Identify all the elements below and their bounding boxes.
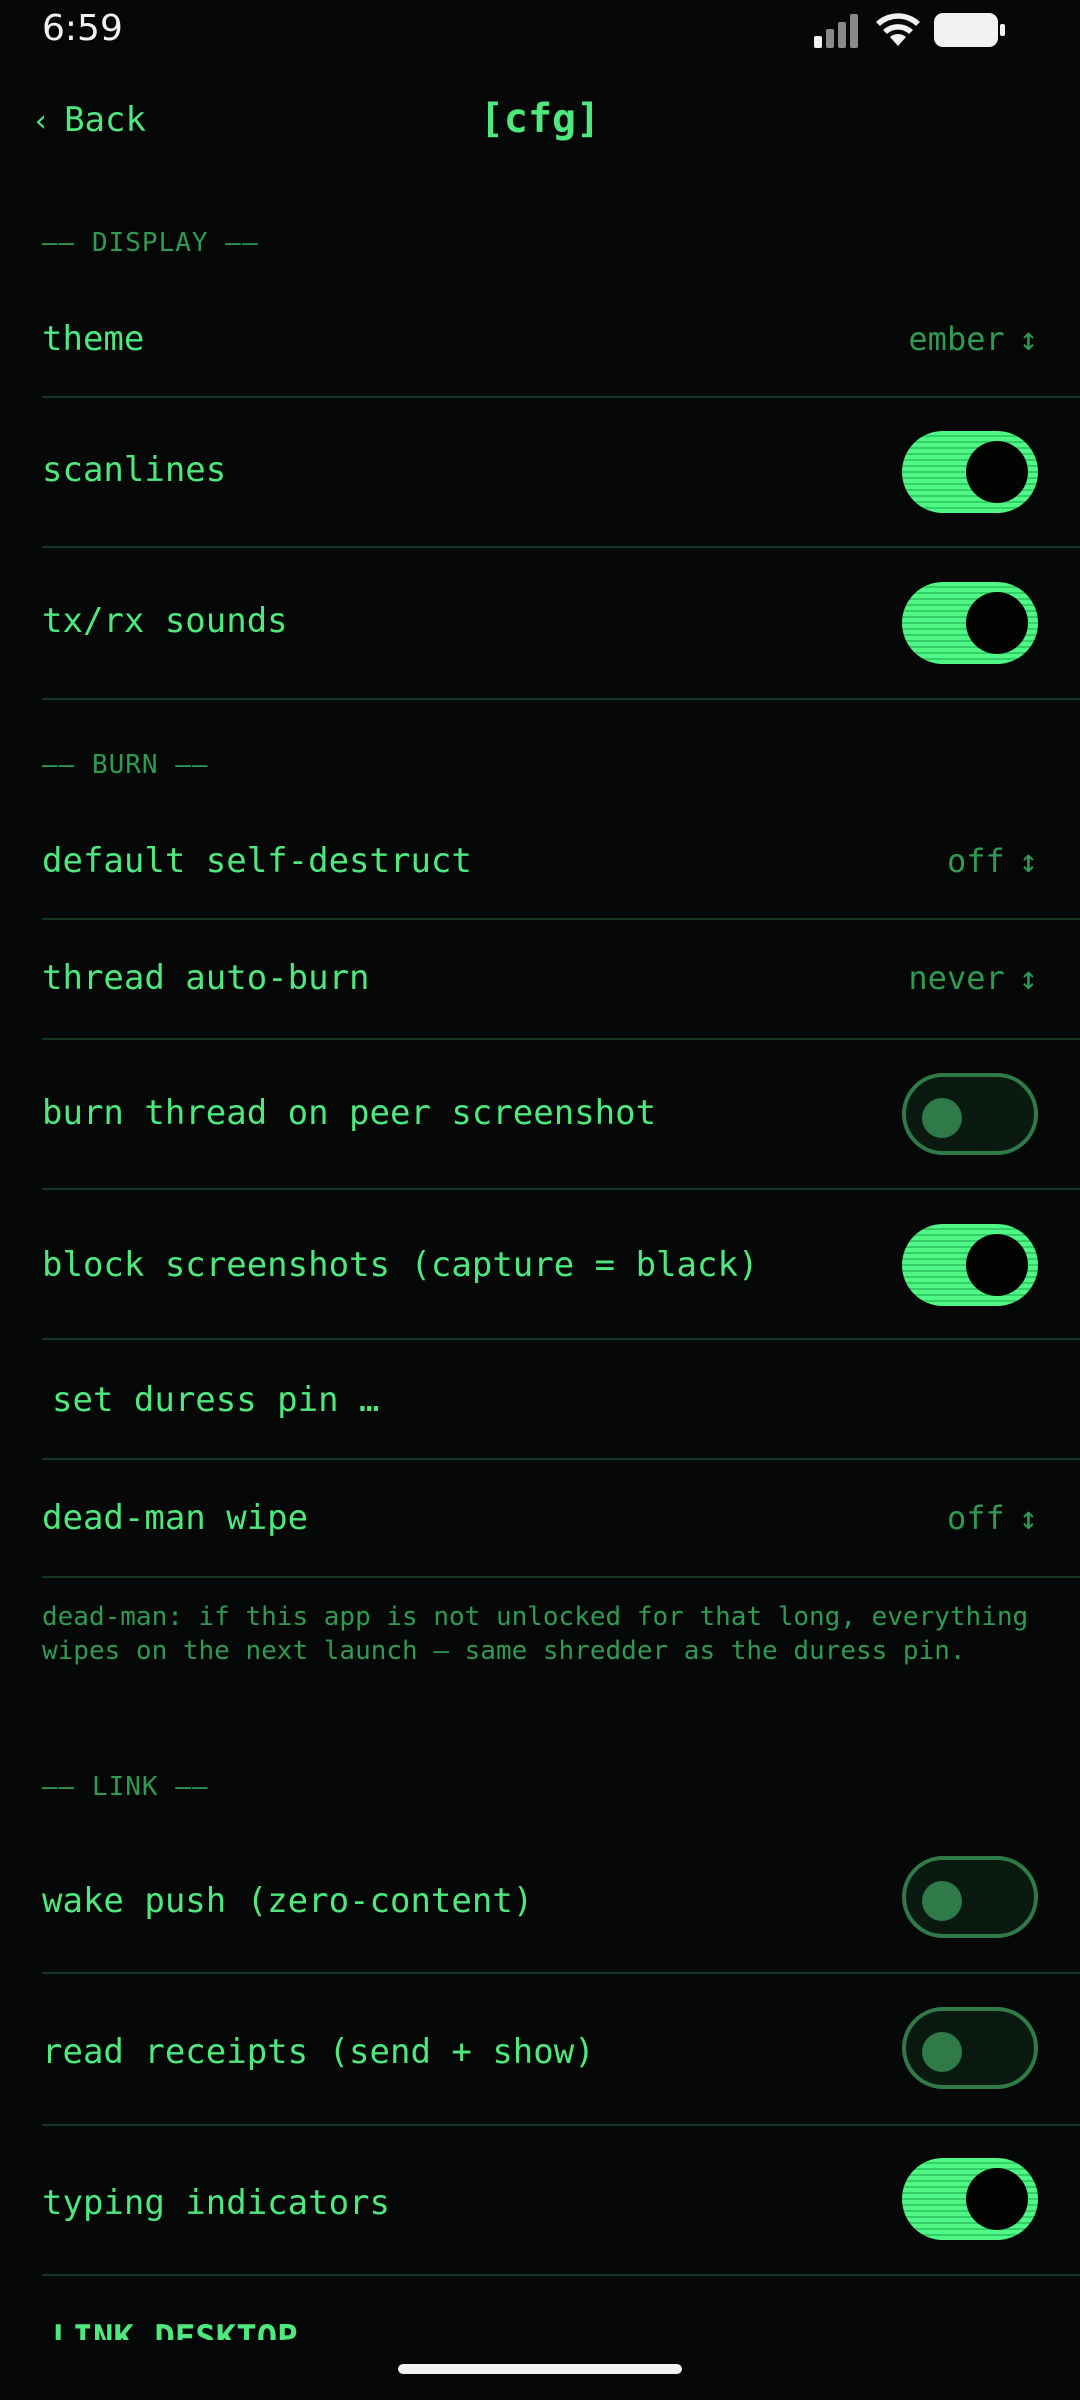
setting-label: typing indicators	[42, 2183, 390, 2223]
section-header-link: —— LINK ——	[42, 1772, 209, 1802]
section-header-burn: —— BURN ——	[42, 750, 209, 780]
setting-row-scanlines: scanlines	[42, 398, 1080, 548]
setting-label: scanlines	[42, 450, 227, 490]
toggle-knob	[966, 592, 1028, 654]
status-bar: 6:59	[0, 0, 1080, 62]
setting-value-text: never	[908, 959, 1005, 997]
up-down-arrow-icon: ↕	[1018, 1499, 1038, 1537]
block-screenshots-toggle[interactable]	[902, 1224, 1038, 1306]
scanlines-toggle[interactable]	[902, 431, 1038, 513]
setting-row-block-screenshots: block screenshots (capture = black)	[42, 1190, 1080, 1340]
setting-row-theme[interactable]: theme ember ↕	[42, 290, 1080, 398]
set-duress-pin-button[interactable]: set duress pin …	[52, 1380, 380, 1420]
setting-row-dead-man-wipe[interactable]: dead-man wipe off ↕	[42, 1460, 1080, 1578]
section-header-display: —— DISPLAY ——	[42, 228, 259, 258]
setting-value: never ↕	[908, 959, 1038, 997]
setting-value-text: off	[946, 1499, 1005, 1537]
section-header-link-desktop: LINK DESKTOP	[52, 2318, 298, 2340]
burn-peer-screenshot-toggle[interactable]	[902, 1073, 1038, 1155]
page-title: [cfg]	[479, 96, 601, 142]
setting-value: off ↕	[947, 842, 1038, 880]
txrx-sounds-toggle[interactable]	[902, 582, 1038, 664]
wake-push-toggle[interactable]	[902, 1856, 1038, 1938]
toggle-knob	[922, 2032, 962, 2072]
setting-label: tx/rx sounds	[42, 601, 288, 641]
nav-bar: ‹ Back [cfg]	[0, 90, 1080, 154]
battery-icon	[934, 13, 1005, 47]
setting-row-read-receipts: read receipts (send + show)	[42, 1974, 1080, 2126]
setting-value: off ↕	[947, 1499, 1038, 1537]
setting-row-txrx-sounds: tx/rx sounds	[42, 548, 1080, 700]
toggle-knob	[922, 1098, 962, 1138]
cellular-signal-icon	[814, 14, 858, 48]
toggle-knob	[966, 441, 1028, 503]
typing-indicators-toggle[interactable]	[902, 2158, 1038, 2240]
setting-label: block screenshots (capture = black)	[42, 1245, 759, 1285]
setting-label: thread auto-burn	[42, 958, 370, 998]
status-time: 6:59	[42, 8, 123, 49]
setting-row-duress-pin[interactable]: set duress pin …	[42, 1340, 1080, 1460]
read-receipts-toggle[interactable]	[902, 2007, 1038, 2089]
setting-label: wake push (zero-content)	[42, 1881, 534, 1921]
up-down-arrow-icon: ↕	[1018, 959, 1038, 997]
setting-value-text: ember	[908, 320, 1005, 358]
up-down-arrow-icon: ↕	[1018, 842, 1038, 880]
setting-label: read receipts (send + show)	[42, 2032, 595, 2072]
setting-label: dead-man wipe	[42, 1498, 309, 1538]
setting-row-typing-indicators: typing indicators	[42, 2126, 1080, 2276]
setting-row-default-self-destruct[interactable]: default self-destruct off ↕	[42, 812, 1080, 920]
toggle-knob	[966, 1234, 1028, 1296]
setting-label: default self-destruct	[42, 841, 472, 881]
setting-row-wake-push: wake push (zero-content)	[42, 1824, 1080, 1974]
toggle-knob	[922, 1881, 962, 1921]
dead-man-note: dead-man: if this app is not unlocked fo…	[42, 1602, 1029, 1666]
wifi-icon	[876, 13, 920, 46]
up-down-arrow-icon: ↕	[1018, 320, 1038, 358]
setting-label: theme	[42, 319, 145, 359]
setting-value-text: off	[946, 842, 1005, 880]
toggle-knob	[966, 2168, 1028, 2230]
setting-row-burn-peer-screenshot: burn thread on peer screenshot	[42, 1040, 1080, 1190]
setting-row-thread-auto-burn[interactable]: thread auto-burn never ↕	[42, 920, 1080, 1040]
setting-label: burn thread on peer screenshot	[42, 1093, 657, 1133]
home-indicator[interactable]	[398, 2364, 682, 2374]
setting-value: ember ↕	[908, 320, 1038, 358]
